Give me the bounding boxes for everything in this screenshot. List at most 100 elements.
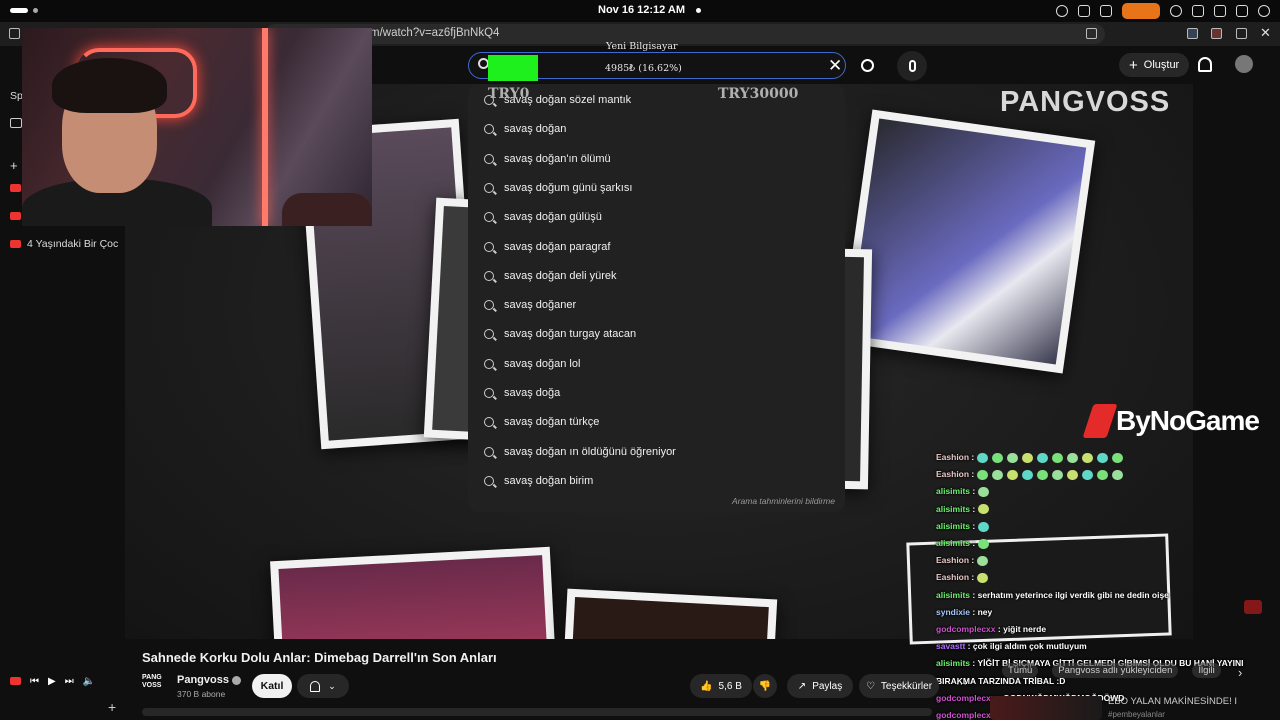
chat-emote-icon [1006, 469, 1018, 480]
workspace-dot[interactable] [33, 8, 38, 13]
clear-search-icon[interactable]: ✕ [828, 56, 842, 76]
channel-avatar[interactable]: PANG VOSS [142, 674, 168, 696]
address-bar-text: m/watch?v=az6fjBnNkQ4 [370, 27, 500, 39]
volume-icon[interactable]: 🔈 [83, 676, 95, 687]
recommended-video-thumbnail[interactable] [990, 696, 1102, 720]
search-icon [484, 446, 494, 457]
sidebar-toggle-icon[interactable] [9, 28, 20, 39]
sidebar-folder-icon[interactable] [10, 118, 22, 128]
suggestion-item[interactable]: savaş doğan deli yürek [484, 270, 617, 282]
chat-separator: : [970, 606, 978, 617]
chat-separator: : [969, 572, 977, 583]
close-tab-icon[interactable]: ✕ [1260, 25, 1271, 41]
sidebar-item-yt-1[interactable] [10, 184, 21, 192]
chat-emote-icon [1096, 452, 1108, 463]
chat-emote-icon [976, 573, 988, 584]
search-icon [484, 300, 494, 311]
reader-mode-icon[interactable] [1086, 28, 1097, 39]
search-button[interactable] [850, 52, 884, 79]
microphone-icon[interactable] [1192, 5, 1204, 17]
play-icon[interactable]: ▶ [48, 676, 56, 687]
search-suggestions: savaş doğan sözel mantık savaş doğan savaş… [468, 84, 845, 512]
suggestion-item[interactable]: savaş doğan turgay atacan [484, 328, 636, 340]
sidebar-item-recent[interactable]: 4 Yaşındaki Bir Çoc [10, 238, 118, 250]
suggestion-item[interactable]: savaş doğan ın öldüğünü öğreniyor [484, 446, 676, 458]
chat-message: savastt : çok ilgi aldım çok mutluyum [936, 641, 1087, 651]
youtube-icon [10, 212, 21, 220]
chat-message: Eashion : [936, 452, 1127, 463]
avatar[interactable] [1235, 55, 1253, 73]
suggestion-item[interactable]: savaş doğa [484, 387, 560, 399]
search-icon [484, 270, 494, 281]
share-button[interactable]: ↗ Paylaş [787, 674, 853, 698]
search-icon [860, 59, 874, 72]
like-button[interactable]: 👍 5,6 B [690, 674, 752, 698]
suggestion-item[interactable]: savaş doğan [484, 123, 566, 135]
sidebar-item-yt-2[interactable] [10, 212, 21, 220]
suggestion-item[interactable]: savaş doğan türkçe [484, 416, 599, 428]
join-button[interactable]: Katıl [252, 674, 292, 698]
chat-username: alisimits [936, 589, 971, 600]
filter-chip[interactable]: Tümü [1002, 663, 1039, 678]
donation-goal-amount: 4985₺ (16.62%) [605, 63, 682, 74]
youtube-icon[interactable] [10, 677, 21, 685]
neon-strip [262, 28, 268, 226]
report-predictions-link[interactable]: Arama tahminlerini bildirme [732, 496, 835, 506]
microphone-icon [908, 60, 916, 72]
chat-message: alisimits : [936, 504, 993, 515]
chat-separator: : [970, 486, 978, 497]
search-icon [484, 124, 494, 135]
workspace-indicator[interactable] [10, 8, 28, 13]
chat-username: syndixie [936, 606, 971, 617]
more-actions-icon[interactable]: ··· [956, 678, 967, 690]
filter-chip[interactable]: Pangvoss adlı yükleyiciden [1052, 663, 1179, 678]
power-icon[interactable] [1258, 5, 1270, 17]
chat-username: alisimits [936, 520, 971, 531]
chevron-right-icon[interactable]: › [1238, 665, 1242, 680]
obs-icon[interactable] [1170, 5, 1182, 17]
sponsor-logo: ByNoGame [1082, 404, 1260, 438]
extension-icon-3[interactable] [1236, 28, 1247, 39]
notifications-icon[interactable] [1198, 57, 1212, 72]
suggestion-label: savaş doğan ın öldüğünü öğreniyor [504, 445, 676, 458]
discord-icon[interactable] [1078, 5, 1090, 17]
filter-chip[interactable]: İlgili [1192, 663, 1221, 678]
sidebar-add-icon[interactable]: + [10, 158, 18, 173]
thanks-button[interactable]: ♡ Teşekkürler [859, 674, 939, 698]
search-icon [484, 153, 494, 164]
suggestion-item[interactable]: savaş doğan lol [484, 358, 580, 370]
voice-search-button[interactable] [897, 51, 927, 81]
suggestion-item[interactable]: savaş doğaner [484, 299, 576, 311]
create-button[interactable]: + Oluştur [1119, 53, 1190, 77]
recommended-video-title[interactable]: EBO YALAN MAKİNESİNDE! I [1108, 696, 1237, 707]
extension-icon[interactable] [1187, 28, 1198, 39]
suggestion-label: savaş doğan lol [504, 357, 581, 370]
chat-separator: : [995, 624, 1004, 634]
network-icon[interactable] [1214, 5, 1226, 17]
suggestion-item[interactable]: savaş doğan'ın ölümü [484, 153, 611, 165]
chrome-icon[interactable] [1056, 5, 1068, 17]
chat-text: ney [977, 606, 993, 617]
streamer-hair [52, 58, 167, 113]
chat-username: godcomplecxx [936, 692, 996, 703]
volume-icon[interactable] [1236, 5, 1248, 17]
add-icon[interactable]: + [108, 699, 116, 715]
suggestion-item[interactable]: savaş doğan paragraf [484, 241, 610, 253]
suggestion-item[interactable]: savaş doğan birim [484, 475, 593, 487]
previous-icon[interactable]: ⏮ [30, 676, 39, 687]
screen-record-icon[interactable] [1122, 3, 1160, 19]
clipboard-icon[interactable] [1100, 5, 1112, 17]
channel-name[interactable]: Pangvoss [177, 674, 241, 686]
chat-text: çok ilgi aldım çok mutluyum [972, 641, 1087, 652]
next-icon[interactable]: ⏭ [65, 676, 74, 687]
system-clock[interactable]: Nov 16 12:12 AM [598, 4, 685, 16]
recommendation-filters: Tümü Pangvoss adlı yükleyiciden İlgili [1002, 663, 1221, 678]
suggestion-item[interactable]: savaş doğum günü şarkısı [484, 182, 632, 194]
chat-message: godcomplecxx : yiğit nerde [936, 624, 1046, 634]
extension-icon-2[interactable] [1211, 28, 1222, 39]
subscription-bell-button[interactable]: ⌄ [297, 674, 349, 698]
chat-text: serhatım yeterince ilgi verdik gibi ne d… [977, 589, 1169, 600]
sidebar-item-label: 4 Yaşındaki Bir Çoc [27, 238, 119, 250]
suggestion-item[interactable]: savaş doğan gülüşü [484, 211, 602, 223]
dislike-button[interactable]: 👎 [753, 674, 777, 698]
